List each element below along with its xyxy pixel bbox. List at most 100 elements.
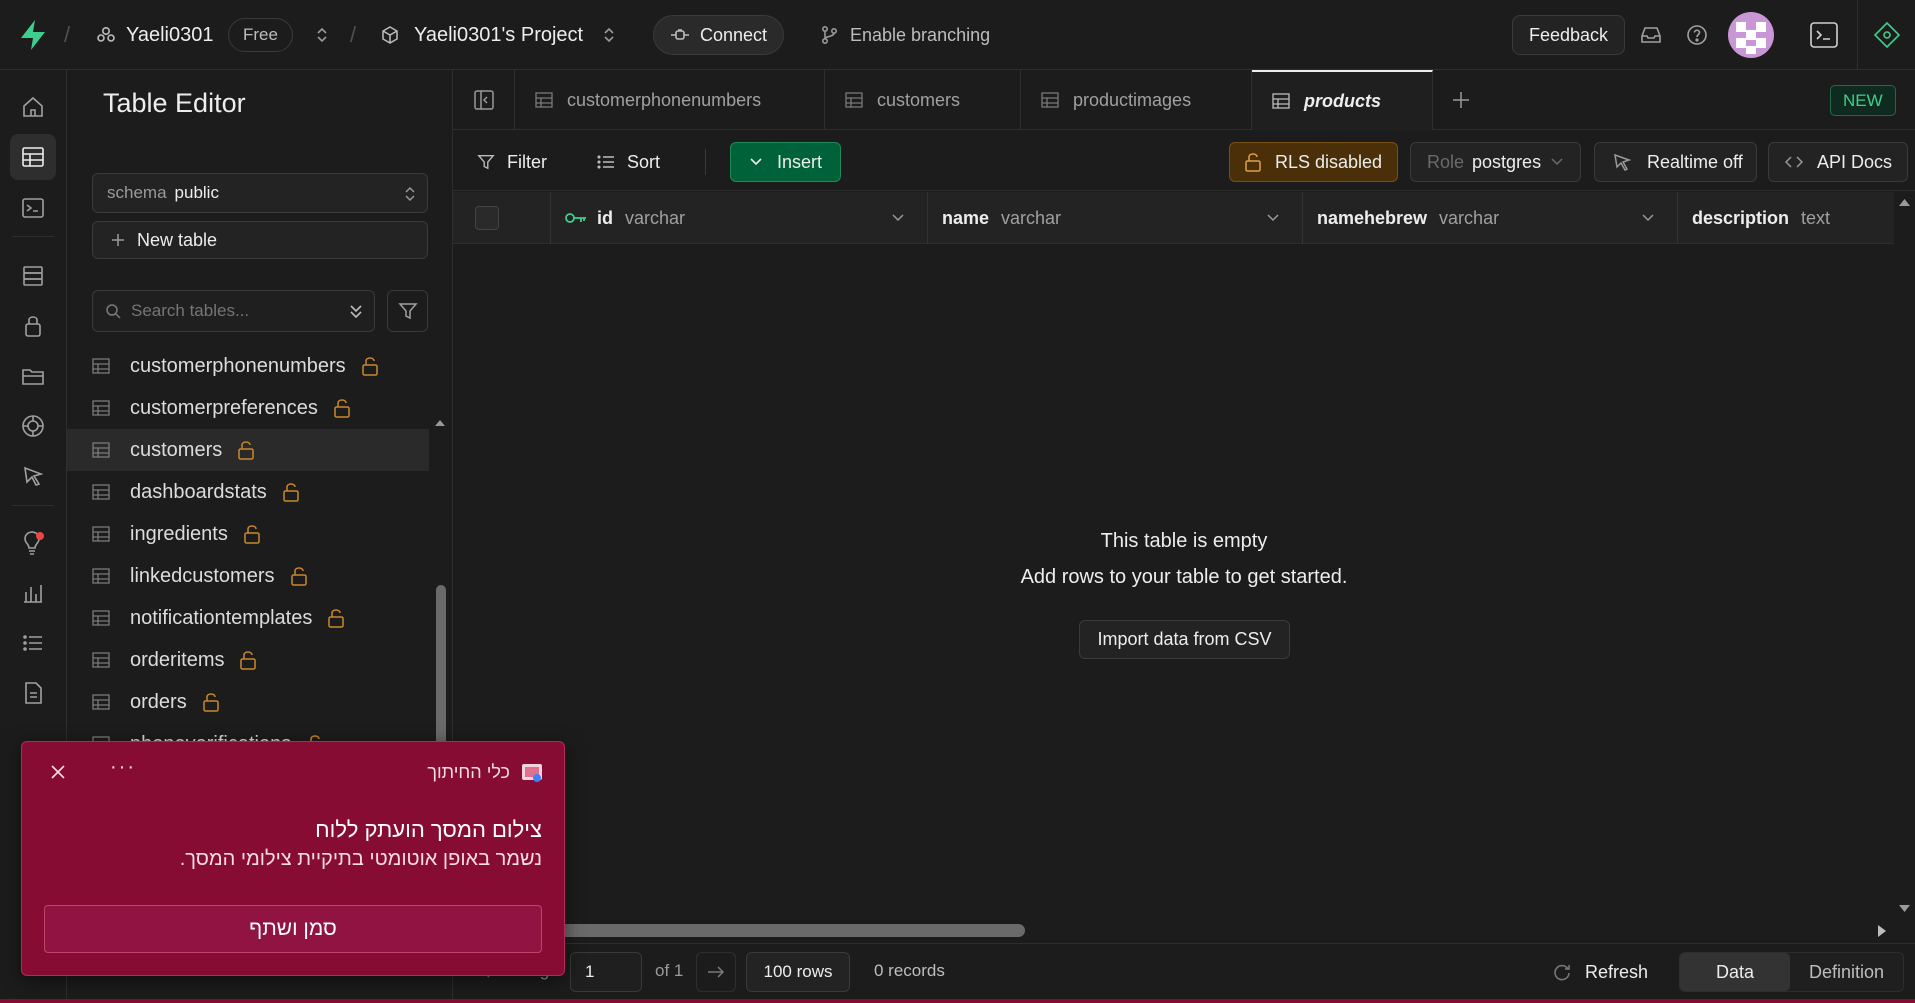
unlocked-lock-icon <box>240 650 257 670</box>
empty-subtitle: Add rows to your table to get started. <box>1020 566 1348 588</box>
reports-chart-icon[interactable] <box>10 570 56 616</box>
column-header-namehebrew[interactable]: namehebrew varchar <box>1303 192 1678 244</box>
tab-customerphonenumbers[interactable]: customerphonenumbers <box>515 70 825 130</box>
column-header-id[interactable]: id varchar <box>551 192 928 244</box>
table-item-orders[interactable]: orders <box>67 681 429 723</box>
terminal-icon[interactable] <box>1810 0 1838 70</box>
rls-disabled-button[interactable]: RLS disabled <box>1229 142 1398 182</box>
rows-per-page-button[interactable]: 100 rows <box>746 952 850 992</box>
code-icon <box>1785 156 1803 168</box>
unlocked-lock-icon <box>1245 153 1261 172</box>
new-table-button[interactable]: New table <box>92 221 428 259</box>
table-item-customerpreferences[interactable]: customerpreferences <box>67 387 429 429</box>
help-icon[interactable] <box>1686 0 1708 70</box>
table-item-customers[interactable]: customers <box>67 429 429 471</box>
import-csv-button[interactable]: Import data from CSV <box>1079 620 1290 659</box>
table-editor-icon[interactable] <box>10 134 56 180</box>
unlocked-lock-icon <box>328 608 345 628</box>
view-toggle: Data Definition <box>1679 952 1904 992</box>
table-item-dashboardstats[interactable]: dashboardstats <box>67 471 429 513</box>
sort-button[interactable]: Sort <box>597 142 660 182</box>
schema-selector[interactable]: schema public <box>92 173 428 213</box>
table-icon <box>92 651 110 669</box>
feedback-button-wrap: Feedback <box>1512 0 1626 70</box>
connect-button[interactable]: Connect <box>653 15 785 55</box>
database-icon[interactable] <box>10 253 56 299</box>
tab-productimages[interactable]: productimages <box>1021 70 1252 130</box>
sql-editor-icon[interactable] <box>10 185 56 231</box>
filter-button[interactable]: Filter <box>477 142 547 182</box>
table-item-notificationtemplates[interactable]: notificationtemplates <box>67 597 429 639</box>
table-item-customerphonenumbers[interactable]: customerphonenumbers <box>67 345 429 387</box>
column-header-name[interactable]: name varchar <box>928 192 1303 244</box>
page-number-input[interactable]: 1 <box>570 952 642 992</box>
data-tab[interactable]: Data <box>1680 953 1790 991</box>
breadcrumb-separator: / <box>64 22 71 47</box>
table-item-linkedcustomers[interactable]: linkedcustomers <box>67 555 429 597</box>
supabase-logo[interactable] <box>18 0 48 70</box>
table-name: customerpreferences <box>130 396 318 419</box>
role-value: postgres <box>1472 151 1542 172</box>
grid-horizontal-scrollbar[interactable] <box>453 919 1894 943</box>
avatar[interactable] <box>1728 0 1774 70</box>
chevron-down-icon[interactable] <box>891 213 905 222</box>
tab-customers[interactable]: customers <box>825 70 1021 130</box>
auth-lock-icon[interactable] <box>10 303 56 349</box>
collapse-chevrons-icon[interactable] <box>348 301 364 321</box>
tab-products[interactable]: products <box>1252 70 1433 130</box>
more-options-icon[interactable]: ··· <box>110 756 136 779</box>
unlocked-lock-icon <box>283 482 299 502</box>
add-tab-plus-icon[interactable] <box>1451 90 1471 110</box>
horizontal-scroll-thumb[interactable] <box>541 924 1025 937</box>
column-name: id <box>597 207 613 228</box>
definition-tab[interactable]: Definition <box>1790 953 1903 991</box>
realtime-icon[interactable] <box>10 403 56 449</box>
advisors-lightbulb-icon[interactable] <box>10 520 56 566</box>
org-switcher[interactable]: Yaeli0301 <box>96 0 213 70</box>
realtime-toggle-button[interactable]: Realtime off <box>1594 142 1757 182</box>
enable-branching-button[interactable]: Enable branching <box>820 0 990 70</box>
connect-label: Connect <box>700 24 768 45</box>
feedback-button[interactable]: Feedback <box>1512 15 1626 55</box>
table-item-orderitems[interactable]: orderitems <box>67 639 429 681</box>
table-item-ingredients[interactable]: ingredients <box>67 513 429 555</box>
org-switcher-chevron-icon[interactable] <box>314 0 330 70</box>
assistant-icon[interactable] <box>1874 0 1900 70</box>
scroll-up-arrow-icon <box>1899 199 1910 206</box>
logs-list-icon[interactable] <box>10 620 56 666</box>
storage-icon[interactable] <box>10 353 56 399</box>
project-switcher[interactable]: Yaeli0301's Project <box>380 0 617 70</box>
column-name: name <box>942 207 990 228</box>
close-icon[interactable] <box>50 764 66 780</box>
cursor-icon[interactable] <box>10 453 56 499</box>
filter-tables-button[interactable] <box>387 290 428 332</box>
toggle-sidebar-icon[interactable] <box>453 70 515 130</box>
branching-label: Enable branching <box>850 24 991 45</box>
sort-list-icon <box>597 155 614 169</box>
chevron-down-icon[interactable] <box>1641 213 1655 222</box>
select-all-checkbox[interactable] <box>474 206 499 230</box>
empty-title: This table is empty <box>1100 530 1268 552</box>
breadcrumb-separator: / <box>350 22 357 47</box>
chevron-down-icon[interactable] <box>1266 213 1280 222</box>
tab-label: products <box>1304 90 1382 111</box>
home-icon[interactable] <box>10 84 56 130</box>
api-docs-button[interactable]: API Docs <box>1768 142 1908 182</box>
tab-bar: customerphonenumbers customers productim… <box>453 70 1915 130</box>
refresh-button[interactable]: Refresh <box>1553 952 1648 992</box>
mark-and-share-button[interactable]: סמן ושתף <box>44 905 542 953</box>
toast-app-name: כלי החיתוך <box>427 761 510 782</box>
column-header-description[interactable]: description text <box>1678 192 1894 244</box>
search-tables-input[interactable] <box>131 301 331 321</box>
filter-label: Filter <box>507 151 547 172</box>
api-docs-label: API Docs <box>1817 151 1893 172</box>
snipping-tool-app-icon <box>522 764 542 782</box>
next-page-button[interactable] <box>696 952 736 992</box>
inbox-icon[interactable] <box>1640 0 1662 70</box>
insert-button[interactable]: Insert <box>730 142 841 182</box>
next-page-arrow-icon <box>708 966 725 978</box>
column-type: varchar <box>1439 207 1500 228</box>
api-docs-file-icon[interactable] <box>10 670 56 716</box>
role-selector[interactable]: Role postgres <box>1410 142 1581 182</box>
tab-label: customerphonenumbers <box>567 89 762 110</box>
